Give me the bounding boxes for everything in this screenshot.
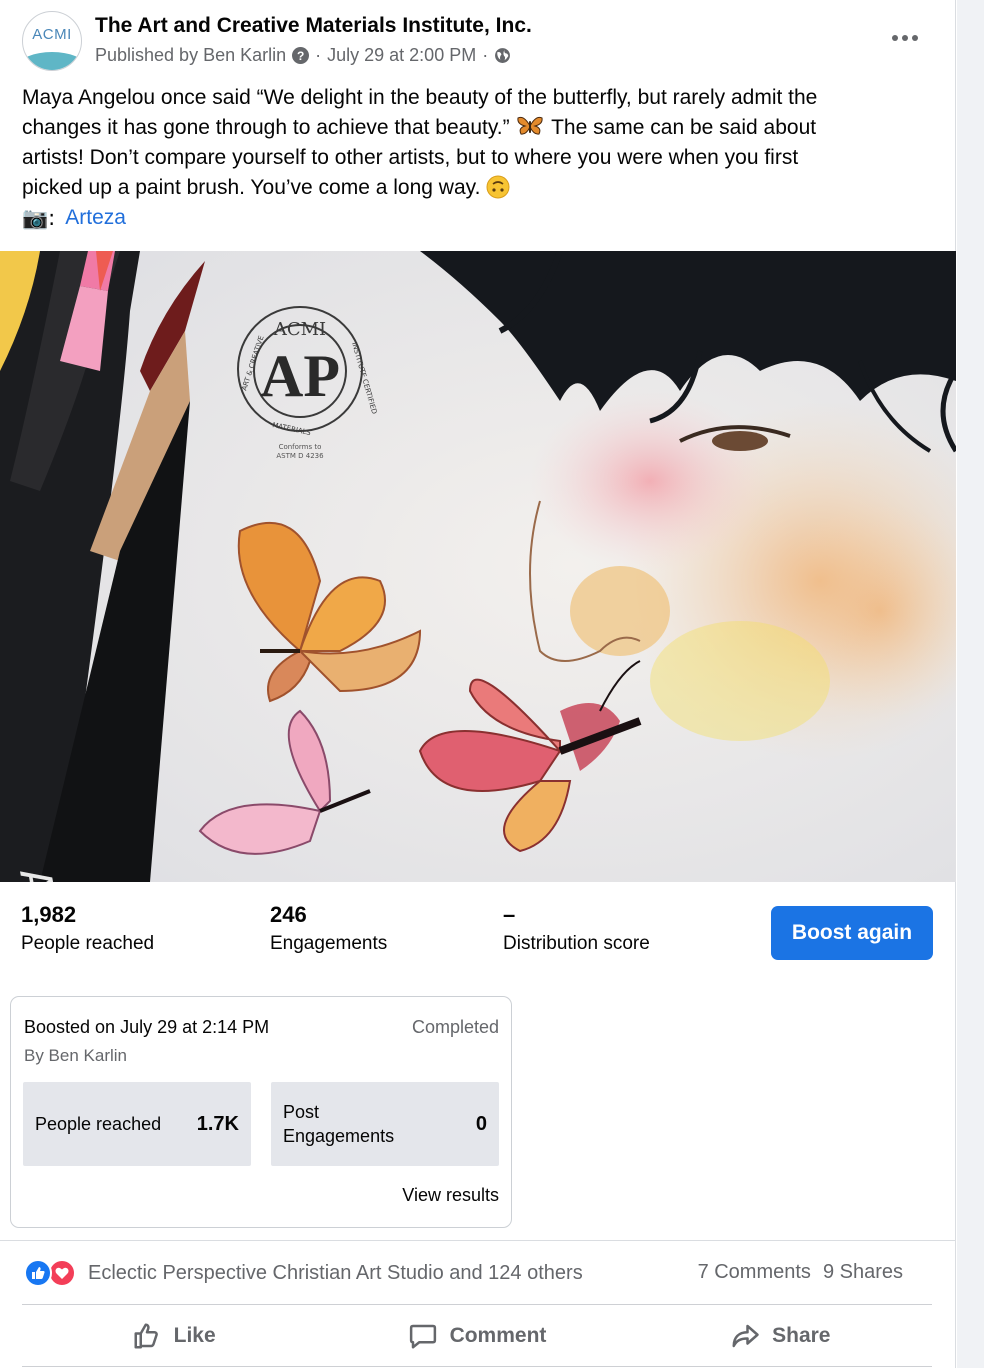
photo-credit: 📷: Arteza xyxy=(22,203,126,233)
boost-summary-card: Boosted on July 29 at 2:14 PM Completed … xyxy=(10,996,512,1228)
post-meta: Published by Ben Karlin ? · July 29 at 2… xyxy=(95,45,511,66)
share-icon xyxy=(732,1324,759,1348)
stat-label: Engagements xyxy=(270,933,388,954)
like-label: Like xyxy=(173,1324,216,1347)
page-avatar[interactable]: ACMI xyxy=(22,11,82,71)
globe-icon[interactable] xyxy=(494,47,511,64)
share-label: Share xyxy=(772,1324,831,1347)
reactions-summary[interactable]: Eclectic Perspective Christian Art Studi… xyxy=(24,1259,583,1287)
comment-label: Comment xyxy=(449,1324,547,1347)
stat-label: People reached xyxy=(21,933,155,954)
boost-by: By Ben Karlin xyxy=(24,1046,127,1065)
divider xyxy=(22,1366,932,1367)
credit-link[interactable]: Arteza xyxy=(65,203,126,233)
post-timestamp[interactable]: July 29 at 2:00 PM xyxy=(327,45,476,66)
boost-title: Boosted on July 29 at 2:14 PM xyxy=(24,1017,270,1037)
butterfly-emoji xyxy=(517,116,543,135)
share-button[interactable]: Share xyxy=(629,1306,932,1366)
shares-count[interactable]: 9 Shares xyxy=(823,1261,903,1284)
post-text: Maya Angelou once said “We delight in th… xyxy=(22,83,932,203)
avatar-logo-text: ACMI xyxy=(32,26,72,43)
seal-note-2: ASTM D 4236 xyxy=(276,452,324,460)
divider xyxy=(0,1240,956,1241)
published-by: Published by Ben Karlin xyxy=(95,45,287,65)
boost-again-button[interactable]: Boost again xyxy=(771,906,933,960)
metric-label: Post Engagements xyxy=(283,1102,395,1146)
meta-separator: · xyxy=(482,45,489,65)
watercolor-illustration: ARTE ACMI AP ART & CREATIVE INSTITUTE CE… xyxy=(0,251,956,882)
like-reaction-icon xyxy=(24,1259,52,1287)
post-image[interactable]: ARTE ACMI AP ART & CREATIVE INSTITUTE CE… xyxy=(0,251,956,882)
love-reaction-icon xyxy=(48,1259,76,1287)
metric-label: People reached xyxy=(35,1114,162,1134)
seal-note-1: Conforms to xyxy=(279,443,322,451)
more-icon[interactable] xyxy=(880,22,930,54)
view-results-link[interactable]: View results xyxy=(402,1185,499,1206)
comments-count[interactable]: 7 Comments xyxy=(698,1261,811,1284)
stat-engagements: 246 Engagements xyxy=(270,902,387,955)
page-name[interactable]: The Art and Creative Materials Institute… xyxy=(95,14,532,38)
post-text-line: changes it has gone through to achieve t… xyxy=(22,116,817,139)
seal-center-text: AP xyxy=(260,343,340,409)
page-background xyxy=(957,0,984,1368)
stat-label: Distribution score xyxy=(503,933,650,954)
seal-top-text: ACMI xyxy=(273,319,326,340)
metric-value: 0 xyxy=(475,1112,487,1135)
action-bar: Like Comment Share xyxy=(22,1306,932,1366)
post-text-line: picked up a paint brush. You’ve come a l… xyxy=(22,173,932,203)
stat-value: 1,982 xyxy=(21,902,77,927)
stat-value: – xyxy=(503,902,516,927)
avatar-wave xyxy=(23,52,81,70)
comment-icon xyxy=(409,1324,436,1349)
post-card: ACMI The Art and Creative Materials Inst… xyxy=(0,0,956,1368)
metric-value: 1.7K xyxy=(196,1112,239,1135)
post-text-line: Maya Angelou once said “We delight in th… xyxy=(22,86,818,109)
help-icon[interactable]: ? xyxy=(292,47,310,64)
divider xyxy=(22,1304,932,1305)
post-counts: 7 Comments 9 Shares xyxy=(698,1261,903,1284)
thumbs-up-icon xyxy=(134,1323,158,1349)
reactions-text[interactable]: Eclectic Perspective Christian Art Studi… xyxy=(88,1262,583,1285)
post-text-line: artists! Don’t compare yourself to other… xyxy=(22,146,799,169)
metric-people-reached: People reached 1.7K xyxy=(23,1082,251,1166)
metric-post-engagements: Post Engagements 0 xyxy=(271,1082,499,1166)
camera-emoji: 📷: xyxy=(22,206,56,230)
upside-down-face-emoji xyxy=(486,175,510,199)
boost-status: Completed xyxy=(411,1017,499,1037)
like-button[interactable]: Like xyxy=(22,1306,325,1366)
comment-button[interactable]: Comment xyxy=(325,1306,628,1366)
meta-separator: · xyxy=(315,45,322,65)
stat-distribution-score: – Distribution score xyxy=(503,902,650,955)
stat-people-reached: 1,982 People reached xyxy=(21,902,154,955)
stat-value: 246 xyxy=(270,902,307,927)
